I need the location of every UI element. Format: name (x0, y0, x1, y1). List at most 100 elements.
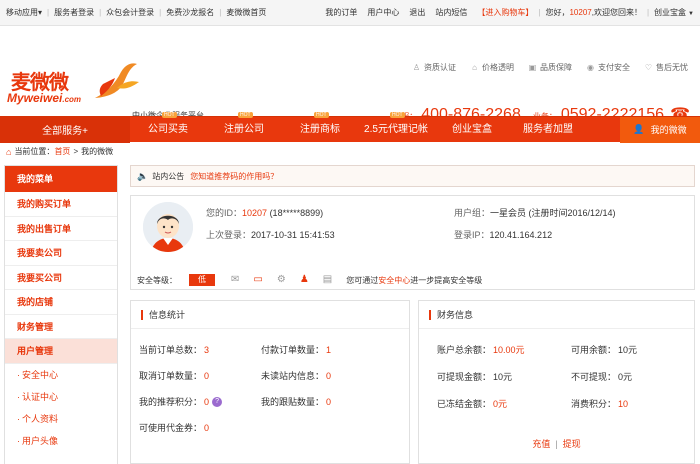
logout-link[interactable]: 退出 (409, 7, 425, 18)
sidebar-item-finance[interactable]: 财务管理 (5, 315, 117, 339)
user-id-label: 您的ID： (206, 208, 243, 218)
stat-referral-points: 我的推荐积分： 0? (139, 395, 223, 408)
nav-company-trading[interactable]: HOT 公司买卖 (130, 111, 206, 143)
nav-register-company[interactable]: HOT 注册公司 (206, 111, 282, 143)
breadcrumb-label: 当前位置： (14, 147, 55, 156)
assurance-price: ⌂ 价格透明 (470, 62, 514, 73)
finance-frozen: 已冻结金额： 0元 (437, 397, 507, 410)
nav-startup-box[interactable]: 创业宝盒 (434, 117, 510, 143)
bullet-icon: · (17, 391, 20, 402)
nav-label: 2.5元代理记帐 (364, 123, 428, 135)
stat-label: 我的跟贴数量： (261, 397, 325, 407)
notice-link[interactable]: 您知道推荐码的作用吗？ (190, 171, 278, 182)
site-header: 麦微微 Myweiwei.com 中小微企业服务平台 ♙资质认证 ⌂价格透明 ▣… (0, 26, 700, 123)
sidebar-item-my-shop[interactable]: 我的店铺 (5, 290, 117, 315)
city-selector[interactable]: 创业宝盒 ▼ (654, 7, 694, 18)
finance-panel-header: 财务信息 (419, 301, 694, 329)
sidebar-subitem-verification[interactable]: · 认证中心 (5, 386, 117, 408)
breadcrumb-current: 我的微微 (81, 147, 114, 156)
finance-non-withdrawable: 不可提现： 0元 (571, 370, 632, 383)
settings-gear-icon[interactable]: ⚙ (277, 274, 286, 286)
sidebar-subitem-security-center[interactable]: · 安全中心 (5, 364, 117, 386)
sidebar-item-buy-company[interactable]: 我要买公司 (5, 266, 117, 290)
home-link[interactable]: 麦微微首页 (226, 7, 266, 18)
sidebar-subitem-profile[interactable]: · 个人资料 (5, 408, 117, 430)
top-bar: 移动应用▾ | 服务者登录 | 众包会计登录 | 免费沙龙报名 | 麦微微首页 … (0, 0, 700, 26)
security-center-link[interactable]: 安全中心 (378, 275, 410, 286)
divider: | (99, 8, 102, 17)
stat-value[interactable]: 0 (204, 371, 209, 381)
provider-login-link[interactable]: 服务者登录 (54, 7, 94, 18)
avatar[interactable] (143, 202, 193, 252)
recharge-link[interactable]: 充值 (532, 439, 550, 449)
identity-icon[interactable]: ♟ (300, 274, 309, 286)
hot-badge: HOT (238, 111, 253, 118)
stat-label: 未读站内信息： (261, 371, 325, 381)
stat-value[interactable]: 3 (204, 345, 209, 355)
hot-badge: HOT (390, 111, 405, 118)
sidebar-subitem-label: 个人资料 (22, 413, 59, 424)
assurance-aftersales: ♡ 售后无忧 (644, 62, 688, 73)
sidebar-item-user-management[interactable]: 用户管理 (5, 339, 117, 364)
finance-value: 0元 (618, 372, 633, 382)
stat-value[interactable]: 0 (204, 397, 209, 407)
nav-provider-join[interactable]: 服务者加盟 (510, 117, 586, 143)
mobile-app-menu[interactable]: 移动应用▾ (6, 7, 42, 18)
title-accent-bar (141, 309, 143, 320)
nav-bookkeeping[interactable]: HOT 2.5元代理记帐 (358, 111, 434, 143)
divider: | (219, 8, 222, 17)
nav-label: 注册商标 (300, 123, 340, 135)
crowd-accountant-login-link[interactable]: 众包会计登录 (106, 7, 154, 18)
price-tag-icon: ⌂ (472, 63, 477, 72)
nav-register-trademark[interactable]: HOT 注册商标 (282, 111, 358, 143)
mobile-icon[interactable]: ▭ (253, 274, 262, 286)
speaker-icon: 🔈 (137, 170, 149, 181)
sidebar-item-purchase-orders[interactable]: 我的购买订单 (5, 192, 117, 217)
finance-total-balance: 账户总余额： 10.00元 (437, 343, 525, 356)
nav-label: 服务者加盟 (523, 123, 573, 135)
security-level-badge: 低 (189, 274, 215, 286)
finance-panel: 财务信息 账户总余额： 10.00元 可用余额： 10元 可提现金额： 10元 不可提… (418, 300, 695, 464)
stat-value[interactable]: 0 (326, 397, 331, 407)
last-login-label: 上次登录： (206, 230, 252, 240)
finance-points: 消费积分： 10 (571, 397, 628, 410)
withdraw-link[interactable]: 提现 (563, 439, 581, 449)
finance-available-balance: 可用余额： 10元 (571, 343, 637, 356)
sidebar-item-sell-company[interactable]: 我要卖公司 (5, 241, 117, 266)
greeting-user-id: 10207 (569, 8, 592, 17)
nav-label: 注册公司 (224, 123, 264, 135)
salon-signup-link[interactable]: 免费沙龙报名 (166, 7, 214, 18)
briefcase-icon[interactable]: ▤ (323, 274, 332, 286)
user-center-link[interactable]: 用户中心 (367, 7, 399, 18)
help-icon[interactable]: ? (212, 396, 223, 407)
all-services-menu[interactable]: 全部服务+ (0, 116, 130, 143)
security-level-label: 安全等级： (137, 275, 177, 285)
stat-value[interactable]: 0 (204, 423, 209, 433)
nav-label: 公司买卖 (148, 123, 188, 135)
security-level-row: 安全等级： 低 ✉ ▭ ⚙ ♟ ▤ 您可通过 安全中心 进一步提高安全等级 (137, 274, 482, 286)
sidebar-subitem-avatar[interactable]: · 用户头像 (5, 430, 117, 452)
site-notice: 🔈 站内公告 您知道推荐码的作用吗？ (130, 165, 695, 187)
stat-paid-orders: 付款订单数量： 1 (261, 343, 331, 356)
finance-value: 10元 (493, 372, 513, 382)
stat-value[interactable]: 1 (326, 345, 331, 355)
avatar-illustration-icon (143, 202, 193, 252)
stat-value[interactable]: 0 (326, 371, 331, 381)
verification-icons: ✉ ▭ ⚙ ♟ ▤ (231, 274, 346, 286)
security-tip-prefix: 您可通过 (346, 275, 379, 285)
my-orders-link[interactable]: 我的订单 (325, 7, 357, 18)
sidebar-item-sale-orders[interactable]: 我的出售订单 (5, 217, 117, 241)
main-nav: 全部服务+ HOT 公司买卖 HOT 注册公司 HOT 注册商标 HOT 2.5元代理记… (0, 111, 700, 143)
cart-link[interactable]: 【进入购物车】 (477, 7, 533, 18)
stat-unread-messages: 未读站内信息： 0 (261, 369, 331, 382)
home-icon: ⌂ (6, 146, 12, 157)
breadcrumb-home-link[interactable]: 首页 (54, 146, 70, 157)
aftersales-icon: ♡ (644, 63, 653, 72)
last-login-row: 上次登录：2017-10-31 15:41:53 (206, 228, 335, 241)
stats-panel: 信息统计 当前订单总数： 3 付款订单数量： 1 取消订单数量： 0 未读站内信息： 0… (130, 300, 410, 464)
email-icon[interactable]: ✉ (231, 274, 239, 286)
certificate-icon: ♙ (412, 63, 421, 72)
nav-my-weiwei[interactable]: 👤 我的微微 (620, 116, 700, 143)
site-logo[interactable]: 麦微微 Myweiwei.com (7, 63, 139, 122)
messages-link[interactable]: 站内短信 (435, 7, 467, 18)
